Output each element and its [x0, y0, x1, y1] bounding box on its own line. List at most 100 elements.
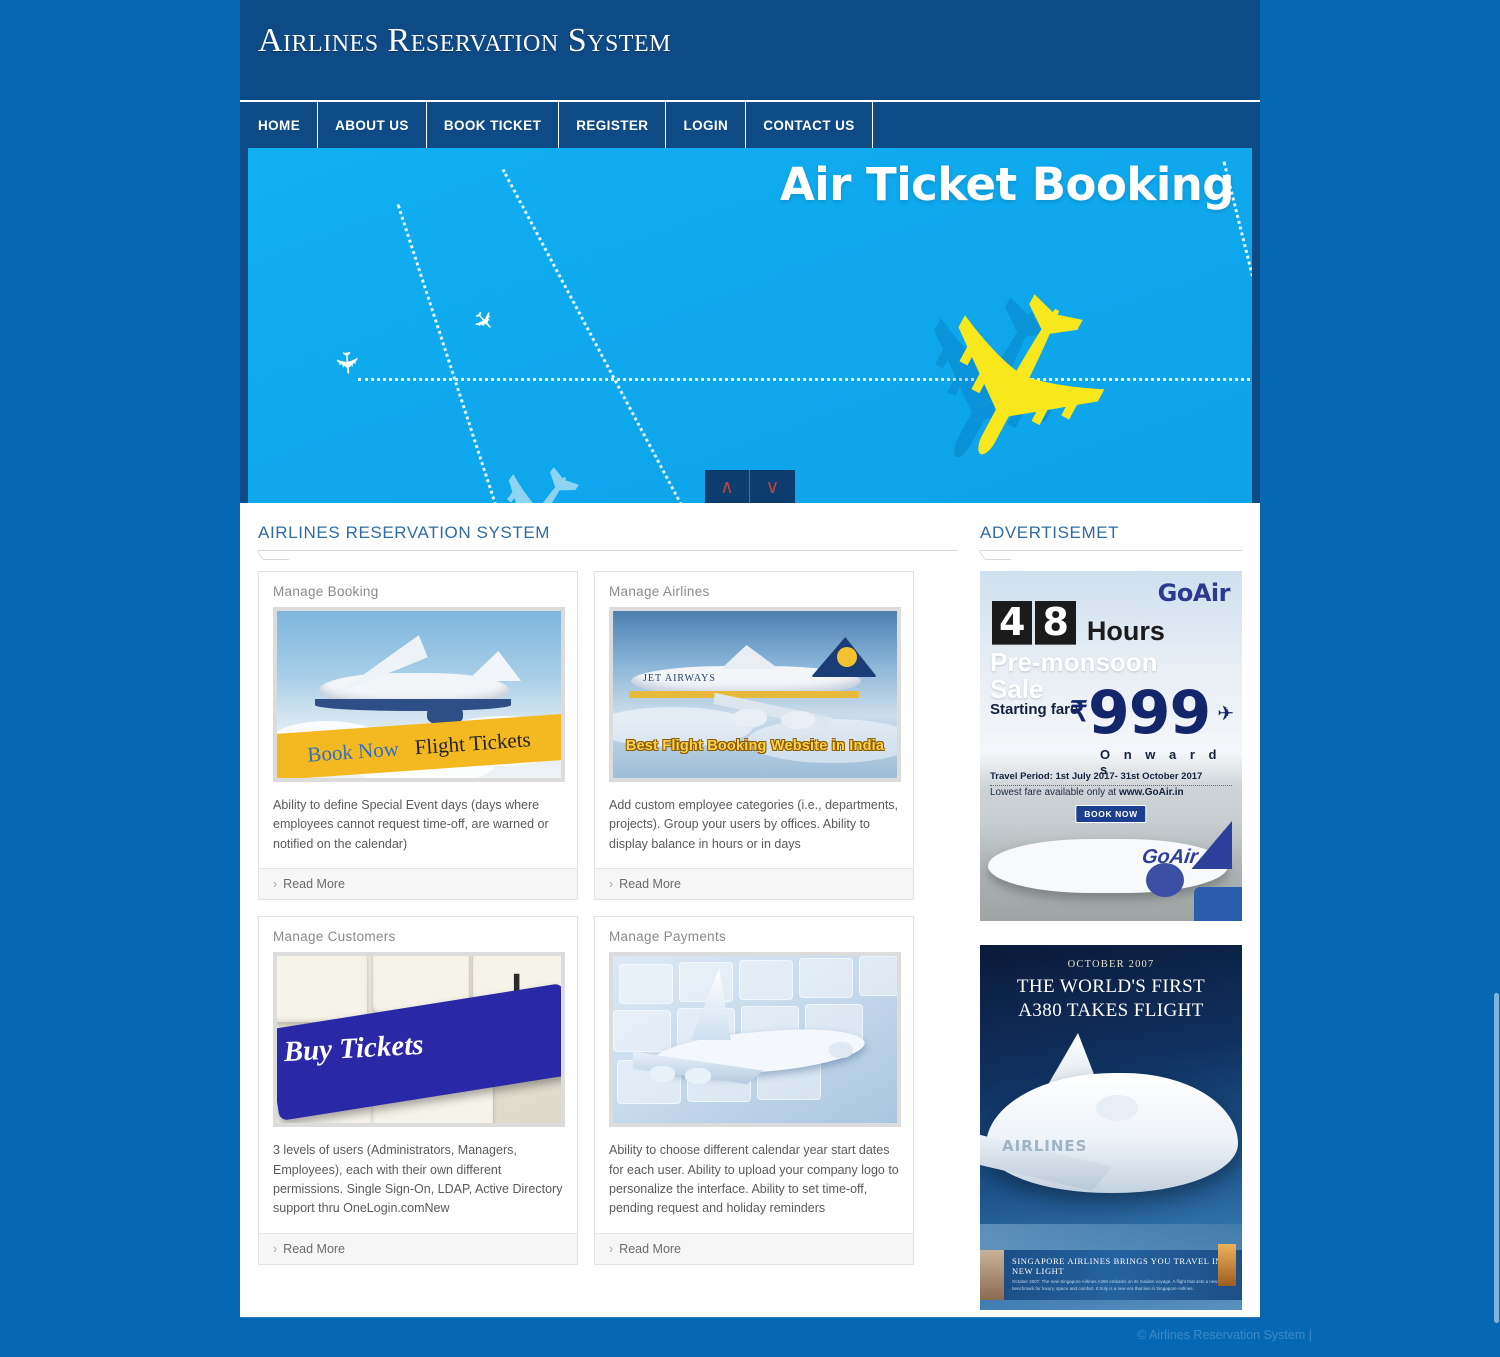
read-more-label: Read More: [283, 877, 346, 892]
advertisement-sidebar: ADVERTISEMET GoAir GoAir 48 Hours Pre-mo…: [978, 523, 1242, 1334]
airplane-belly-stripe: [315, 699, 511, 711]
airplane-icon-large-light: ✈: [446, 427, 628, 503]
airplane-icon: ✈: [1217, 703, 1234, 725]
site-container: Airlines Reservation System HOME ABOUT U…: [240, 0, 1260, 1357]
section-header-main: AIRLINES RESERVATION SYSTEM: [256, 523, 958, 560]
model-airplane-engine: [829, 1042, 853, 1059]
hours-label: Hours: [1086, 616, 1165, 646]
tail-logo: [837, 647, 857, 667]
carousel-prev-icon[interactable]: ∧: [705, 470, 750, 503]
airplane-icon: ✈: [465, 302, 503, 340]
carousel-controls: ∧ ∨: [705, 470, 795, 503]
card-read-more-payments[interactable]: › Read More: [595, 1232, 913, 1264]
lowest-fare-text: Lowest fare available only at: [990, 787, 1117, 798]
ad-headline-line-2: A380 TAKES FLIGHT: [1018, 999, 1204, 1021]
section-header-ads: ADVERTISEMET: [978, 523, 1242, 560]
card-read-more-customers[interactable]: › Read More: [259, 1232, 577, 1264]
travel-period-value: 1st July 2017- 31st October 2017: [1055, 771, 1203, 782]
ad-goair[interactable]: GoAir GoAir 48 Hours Pre-monsoon Sale St…: [980, 571, 1242, 921]
keyboard-key: [859, 956, 897, 997]
site-header: Airlines Reservation System: [240, 0, 1260, 100]
stewardess-photo: [980, 1250, 1004, 1300]
card-manage-airlines[interactable]: Manage Airlines JET AIRWAYS Best Flight …: [594, 571, 914, 901]
airplane-stripe: [629, 691, 859, 698]
card-description: Add custom employee categories (i.e., de…: [609, 798, 899, 851]
goair-livery-label: GoAir: [1140, 846, 1200, 868]
lamp-graphic: [1218, 1244, 1236, 1286]
hours-countdown: 48 Hours: [992, 601, 1165, 645]
model-airplane-engine: [685, 1068, 711, 1085]
main-content: AIRLINES RESERVATION SYSTEM Manage Booki…: [240, 503, 1260, 1357]
card-manage-customers[interactable]: Manage Customers L Buy Tickets 3 levels …: [258, 916, 578, 1265]
card-image-payments: [609, 952, 901, 1128]
flip-digit-4: 4: [992, 601, 1033, 645]
card-image-wrap: [595, 952, 913, 1128]
page-scrollbar-track[interactable]: [1493, 0, 1500, 1357]
card-read-more-airlines[interactable]: › Read More: [595, 868, 913, 900]
airplane-icon: ✈: [328, 348, 364, 377]
card-manage-payments[interactable]: Manage Payments Ability to choose differ…: [594, 916, 914, 1265]
main-navigation: HOME ABOUT US BOOK TICKET REGISTER LOGIN…: [240, 100, 1260, 148]
chevron-right-icon: ›: [273, 877, 278, 892]
section-notch: [256, 551, 290, 560]
card-image-booking: Book Now Flight Tickets: [273, 607, 565, 782]
nav-item-login[interactable]: LOGIN: [666, 102, 747, 148]
keyboard-key: [277, 956, 367, 1023]
ad-book-now-button[interactable]: BOOK NOW: [1075, 805, 1147, 823]
travel-period: Travel Period: 1st July 2017- 31st Octob…: [990, 771, 1232, 786]
card-read-more-booking[interactable]: › Read More: [259, 868, 577, 900]
keyboard-key: [739, 960, 793, 1001]
section-title-ads: ADVERTISEMET: [980, 523, 1120, 542]
a380-livery-label: AIRLINES: [1002, 1137, 1088, 1155]
ad-bottom-strip: SINGAPORE AIRLINES BRINGS YOU TRAVEL IN …: [980, 1244, 1242, 1300]
ad-singapore-a380[interactable]: OCTOBER 2007 THE WORLD'S FIRST A380 TAKE…: [980, 945, 1242, 1310]
site-footer: © Airlines Reservation System |: [0, 1317, 1500, 1357]
image-caption-airlines: Best Flight Booking Website in India: [625, 738, 885, 754]
sale-line-1: Pre-monsoon: [990, 647, 1158, 677]
keyboard-key: [619, 964, 673, 1005]
banner-headline: Air Ticket Booking: [779, 158, 1235, 211]
section-title-main: AIRLINES RESERVATION SYSTEM: [258, 523, 551, 542]
section-divider: [256, 550, 958, 560]
model-airplane-engine: [649, 1066, 675, 1083]
ad-headline: THE WORLD'S FIRST A380 TAKES FLIGHT: [980, 975, 1242, 1023]
card-image-wrap: JET AIRWAYS Best Flight Booking Website …: [595, 607, 913, 782]
card-manage-booking[interactable]: Manage Booking Book Now Flight Tickets A…: [258, 571, 578, 901]
nav-item-contact-us[interactable]: CONTACT US: [746, 102, 873, 148]
rupee-icon: ₹: [1070, 696, 1088, 727]
airplane-engine: [733, 709, 767, 727]
hero-carousel: ✈ ✈ ✈ ✈ ✈ ✈ Air Ticket Booking ∧ ∨: [248, 148, 1252, 503]
card-description: 3 levels of users (Administrators, Manag…: [273, 1143, 563, 1216]
section-divider: [978, 550, 1242, 560]
section-notch: [978, 551, 1012, 560]
card-image-airlines: JET AIRWAYS Best Flight Booking Website …: [609, 607, 901, 782]
keyboard-key: [679, 962, 733, 1003]
sale-line-2: Sale: [990, 673, 1044, 704]
footer-copyright: © Airlines Reservation System |: [1136, 1328, 1312, 1342]
nav-item-home[interactable]: HOME: [240, 102, 319, 148]
nav-item-about-us[interactable]: ABOUT US: [318, 102, 427, 148]
chevron-right-icon: ›: [609, 1241, 614, 1256]
card-description: Ability to define Special Event days (da…: [273, 798, 549, 851]
feature-card-grid: Manage Booking Book Now Flight Tickets A…: [258, 571, 958, 1265]
card-image-wrap: L Buy Tickets: [259, 952, 577, 1128]
ad-corner-badge: [1194, 887, 1242, 921]
read-more-label: Read More: [619, 1241, 682, 1256]
carousel-next-icon[interactable]: ∨: [750, 470, 795, 503]
footer-divider: [240, 1317, 1260, 1318]
page-scrollbar-thumb[interactable]: [1494, 993, 1499, 1323]
caption-flight-tickets: Flight Tickets: [413, 726, 532, 759]
strip-headline: SINGAPORE AIRLINES BRINGS YOU TRAVEL IN …: [1012, 1256, 1231, 1276]
card-title: Manage Payments: [609, 929, 727, 945]
read-more-label: Read More: [283, 1241, 346, 1256]
goair-website: www.GoAir.in: [1118, 787, 1184, 798]
ad-date-label: OCTOBER 2007: [1067, 959, 1155, 970]
airplane-engine: [781, 711, 815, 729]
nav-item-register[interactable]: REGISTER: [559, 102, 667, 148]
nav-item-book-ticket[interactable]: BOOK TICKET: [427, 102, 560, 148]
card-title: Manage Booking: [273, 584, 379, 599]
ad-city-band: [980, 1224, 1242, 1250]
travel-period-label: Travel Period:: [990, 771, 1053, 782]
chevron-right-icon: ›: [273, 1241, 278, 1256]
